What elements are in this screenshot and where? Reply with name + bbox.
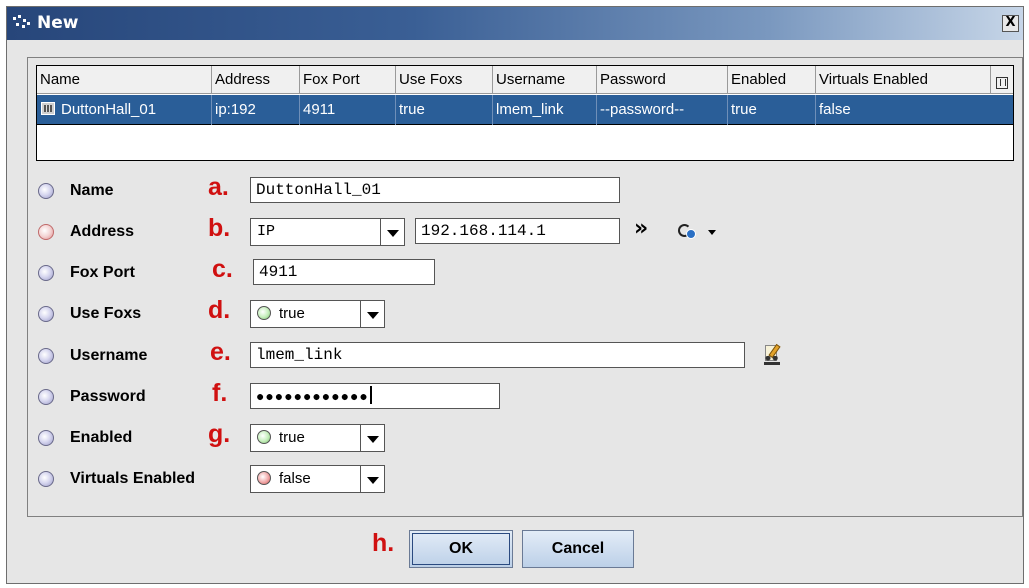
status-radio-address [38,224,54,240]
true-status-icon [257,306,271,320]
cell-address: ip:192 [212,95,300,125]
password-field[interactable]: ●●●●●●●●●●●● [250,383,500,409]
table-header: Name Address Fox Port Use Foxs Username … [37,66,1013,94]
device-table: Name Address Fox Port Use Foxs Username … [36,65,1014,161]
column-header-virtuals-enabled[interactable]: Virtuals Enabled [816,66,991,94]
label-fox-port: Fox Port [70,264,135,281]
cell-password: --password-- [597,95,728,125]
cell-use-foxs: true [396,95,493,125]
status-radio-username [38,348,54,364]
cancel-button[interactable]: Cancel [522,530,634,568]
use-foxs-value-text: true [279,305,305,322]
annotation-c: c. [212,255,233,283]
enabled-value-text: true [279,429,305,446]
enabled-select[interactable]: true [250,424,385,452]
cell-enabled: true [728,95,816,125]
row-username: Username e. lmem_link [28,338,1022,373]
status-radio-use-foxs [38,306,54,322]
column-header-fox-port[interactable]: Fox Port [300,66,396,94]
use-foxs-value: true [251,301,360,327]
label-username: Username [70,347,148,364]
status-radio-name [38,183,54,199]
status-radio-enabled [38,430,54,446]
label-virtuals-enabled: Virtuals Enabled [70,470,196,487]
row-fox-port: Fox Port c. 4911 [28,255,1022,290]
address-type-select[interactable]: IP [250,218,405,246]
close-button[interactable]: X [1002,15,1019,32]
user-manager-icon[interactable] [762,343,782,366]
history-dropdown-icon[interactable] [708,230,716,235]
annotation-f: f. [212,379,228,407]
virtuals-enabled-value: false [251,466,360,492]
window-title: New [37,13,79,33]
row-name: Name a. DuttonHall_01 [28,173,1022,208]
annotation-g: g. [208,420,231,448]
label-use-foxs: Use Foxs [70,305,142,322]
status-radio-fox-port [38,265,54,281]
label-password: Password [70,388,146,405]
text-caret [369,386,372,404]
label-name: Name [70,182,114,199]
app-icon [13,15,31,31]
annotation-d: d. [208,296,231,324]
status-radio-virtuals-enabled [38,471,54,487]
cell-name-text: DuttonHall_01 [61,101,157,118]
username-field[interactable]: lmem_link [250,342,745,368]
virtuals-enabled-value-text: false [279,470,311,487]
annotation-h: h. [372,529,395,557]
annotation-b: b. [208,214,231,242]
column-header-address[interactable]: Address [212,66,300,94]
fox-port-field[interactable]: 4911 [253,259,435,285]
enabled-value: true [251,425,360,451]
device-icon [41,102,55,115]
status-radio-password [38,389,54,405]
dialog-content: Name Address Fox Port Use Foxs Username … [27,57,1023,517]
column-header-enabled[interactable]: Enabled [728,66,816,94]
password-mask: ●●●●●●●●●●●● [256,390,369,406]
virtuals-enabled-select[interactable]: false [250,465,385,493]
table-row[interactable]: DuttonHall_01 ip:192 4911 true lmem_link… [37,95,1013,125]
column-header-password[interactable]: Password [597,66,728,94]
column-header-name[interactable]: Name [37,66,212,94]
row-address: Address b. IP 192.168.114.1 » [28,214,1022,249]
more-options-button[interactable]: » [634,216,648,241]
title-bar[interactable]: New X [7,7,1023,40]
column-header-username[interactable]: Username [493,66,597,94]
cell-fox-port: 4911 [300,95,396,125]
address-type-value: IP [257,223,276,240]
name-field[interactable]: DuttonHall_01 [250,177,620,203]
new-dialog: New X Name Address Fox Port Use Foxs Use… [6,6,1024,584]
history-icon[interactable] [676,220,702,242]
ok-button[interactable]: OK [409,530,513,568]
chevron-down-icon[interactable] [360,301,384,327]
label-address: Address [70,223,135,240]
false-status-icon [257,471,271,485]
row-virtuals-enabled: Virtuals Enabled false [28,462,1022,496]
use-foxs-select[interactable]: true [250,300,385,328]
column-chooser-icon [996,76,1008,89]
cell-name: DuttonHall_01 [37,95,212,125]
cell-username: lmem_link [493,95,597,125]
chevron-down-icon[interactable] [360,425,384,451]
true-status-icon [257,430,271,444]
address-field[interactable]: 192.168.114.1 [415,218,620,244]
row-password: Password f. ●●●●●●●●●●●● [28,379,1022,414]
label-enabled: Enabled [70,429,133,446]
cell-virtuals-enabled: false [819,101,851,118]
chevron-down-icon[interactable] [380,219,404,245]
column-header-use-foxs[interactable]: Use Foxs [396,66,493,94]
annotation-e: e. [210,338,231,366]
row-use-foxs: Use Foxs d. true [28,296,1022,331]
chevron-down-icon[interactable] [360,466,384,492]
annotation-a: a. [208,173,229,201]
column-chooser-button[interactable] [991,66,1013,94]
row-enabled: Enabled g. true [28,420,1022,455]
